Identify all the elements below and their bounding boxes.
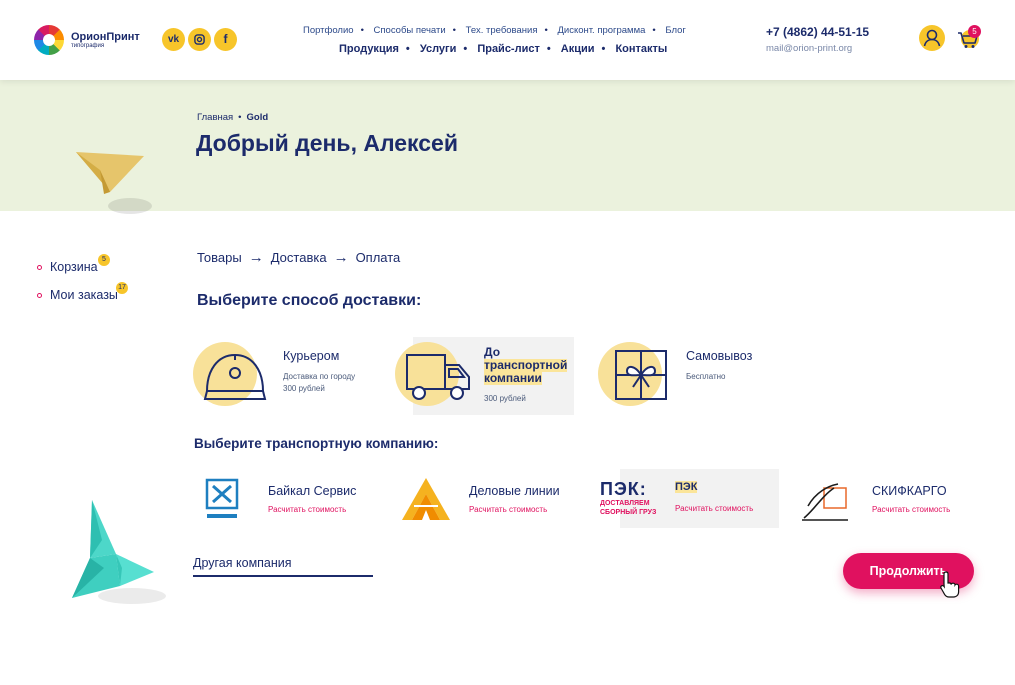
breadcrumb: Главная • Gold	[197, 112, 269, 123]
option-title: Курьером	[283, 349, 340, 363]
nav-contacts[interactable]: Контакты	[615, 43, 667, 55]
option-price: 300 рублей	[283, 384, 325, 393]
calc-cost-link[interactable]: Расчитать стоимость	[469, 505, 547, 514]
nav-discount-program[interactable]: Дисконт. программа	[557, 25, 645, 36]
baikal-logo-icon	[205, 478, 239, 518]
paper-plane-icon	[74, 148, 174, 228]
page-title: Добрый день, Алексей	[196, 130, 458, 156]
cart-badge: 5	[98, 254, 110, 266]
brand-name[interactable]: ОрионПринт	[71, 31, 140, 43]
breadcrumb-current: Gold	[246, 112, 269, 123]
brand-subtitle: типография	[71, 43, 105, 49]
pek-logo-text: ПЭК:	[600, 479, 647, 499]
delivery-option-courier[interactable]: Курьером Доставка по городу 300 рублей	[193, 337, 383, 415]
origami-butterfly-icon	[72, 500, 166, 604]
sidebar-item-label: Мои заказы	[50, 288, 118, 302]
dellin-logo-icon	[402, 478, 450, 520]
delivery-method-title: Выберите способ доставки:	[197, 292, 422, 309]
carrier-name[interactable]: Байкал Сервис	[268, 484, 356, 498]
option-title: Самовывоз	[686, 349, 753, 363]
option-price: Бесплатно	[686, 372, 726, 381]
carrier-pek[interactable]: ПЭК: ДОСТАВЛЯЕМ СБОРНЫЙ ГРУЗ	[598, 476, 662, 524]
carrier-name[interactable]: Деловые линии	[469, 484, 560, 498]
gift-icon	[615, 350, 667, 400]
facebook-icon[interactable]: f	[214, 28, 237, 51]
site-header: ОрионПринт типография vk f Портфолио • Сп…	[0, 0, 1015, 80]
delivery-option-pickup[interactable]: Самовывоз Бесплатно	[598, 337, 778, 415]
step-delivery[interactable]: Доставка	[271, 250, 327, 265]
checkout-steps: Товары → Доставка → Оплата	[197, 249, 400, 266]
other-company-input[interactable]	[193, 551, 373, 577]
pek-logo-sub: ДОСТАВЛЯЕМ	[600, 500, 650, 507]
sidebar-item-orders[interactable]: Мои заказы	[37, 288, 118, 302]
step-goods[interactable]: Товары	[197, 250, 242, 265]
bullet-icon	[37, 293, 42, 299]
bullet-icon	[37, 265, 42, 271]
nav-print-methods[interactable]: Способы печати	[374, 25, 446, 36]
carrier-name-text: ПЭК	[675, 481, 698, 493]
nav-services[interactable]: Услуги	[420, 43, 457, 55]
carrier-dellin[interactable]	[400, 476, 460, 524]
instagram-icon[interactable]	[188, 28, 211, 51]
nav-promotions[interactable]: Акции	[561, 43, 595, 55]
secondary-nav: Портфолио • Способы печати • Тех. требован…	[303, 25, 686, 36]
nav-tech-requirements[interactable]: Тех. требования	[466, 25, 538, 36]
calc-cost-link[interactable]: Расчитать стоимость	[675, 504, 753, 513]
skif-logo-icon	[802, 483, 848, 521]
option-title: До транспортной компании	[484, 346, 568, 385]
logo-icon[interactable]	[34, 25, 64, 55]
primary-nav: Продукция • Услуги • Прайс-лист • Акции • Ко…	[339, 43, 668, 55]
truck-icon	[406, 354, 470, 400]
arrow-right-icon: →	[333, 249, 349, 266]
pek-logo-sub: СБОРНЫЙ ГРУЗ	[600, 509, 657, 516]
arrow-right-icon: →	[248, 249, 264, 266]
nav-products[interactable]: Продукция	[339, 43, 399, 55]
vk-icon[interactable]: vk	[162, 28, 185, 51]
nav-blog[interactable]: Блог	[665, 25, 686, 36]
carrier-name[interactable]: ПЭК	[675, 481, 698, 493]
phone-number[interactable]: +7 (4862) 44-51-15	[766, 25, 869, 39]
calc-cost-link[interactable]: Расчитать стоимость	[268, 505, 346, 514]
carrier-skif[interactable]	[800, 476, 860, 524]
option-price: 300 рублей	[484, 394, 526, 403]
breadcrumb-home[interactable]: Главная	[197, 112, 233, 123]
sidebar-item-label: Корзина	[50, 260, 98, 274]
option-desc: Доставка по городу	[283, 372, 356, 381]
carrier-name[interactable]: СКИФКАРГО	[872, 484, 947, 498]
delivery-option-transport-company[interactable]: До транспортной компании 300 рублей	[395, 337, 575, 415]
step-payment[interactable]: Оплата	[356, 250, 401, 265]
cart-count-badge: 5	[968, 25, 981, 38]
carrier-title: Выберите транспортную компанию:	[194, 436, 439, 451]
email-address[interactable]: mail@orion-print.org	[766, 43, 852, 54]
hand-cursor-icon	[940, 571, 960, 598]
user-account-icon[interactable]	[919, 25, 945, 51]
sidebar-item-cart[interactable]: Корзина	[37, 260, 98, 274]
cap-icon	[203, 353, 267, 400]
orders-badge: 17	[116, 282, 128, 294]
calc-cost-link[interactable]: Расчитать стоимость	[872, 505, 950, 514]
nav-portfolio[interactable]: Портфолио	[303, 25, 354, 36]
nav-price-list[interactable]: Прайс-лист	[477, 43, 540, 55]
option-title-line: компании	[484, 371, 542, 385]
